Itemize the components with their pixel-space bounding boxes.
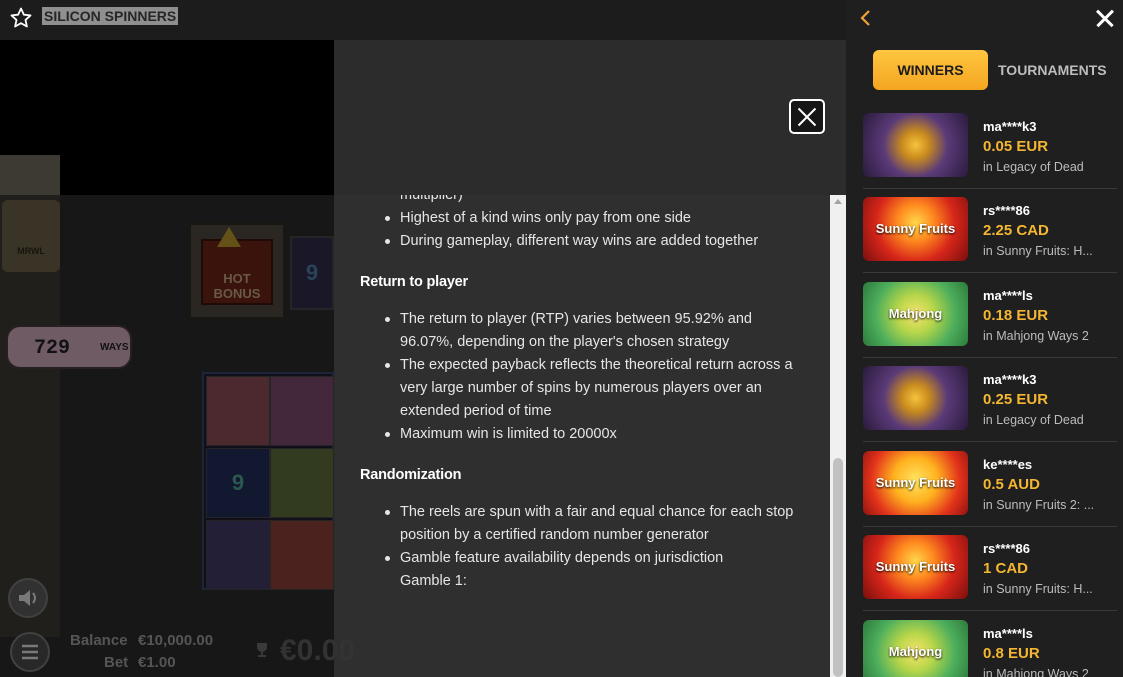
- game-thumbnail[interactable]: Sunny Fruits: [863, 535, 968, 599]
- winner-amount: 0.5 AUD: [983, 476, 1040, 493]
- winner-game-name: in Mahjong Ways 2: [983, 329, 1089, 343]
- game-thumbnail-logo: Sunny Fruits: [875, 221, 956, 236]
- game-thumbnail[interactable]: Mahjong: [863, 620, 968, 677]
- game-thumbnail-logo: Sunny Fruits: [875, 475, 956, 490]
- list-item: The return to player (RTP) varies betwee…: [385, 308, 800, 354]
- game-thumbnail-logo: [863, 366, 968, 430]
- winner-username: ke****es: [983, 457, 1033, 472]
- top-bar: SILICON SPINNERS: [0, 0, 846, 40]
- info-content: multiplier) Highest of a kind wins only p…: [360, 195, 800, 593]
- winner-item[interactable]: Mahjong ma****ls 0.8 EUR in Mahjong Ways 2: [863, 620, 1117, 677]
- game-thumbnail[interactable]: [863, 366, 968, 430]
- winner-item[interactable]: ma****k3 0.05 EUR in Legacy of Dead: [863, 113, 1117, 189]
- winner-item[interactable]: Sunny Fruits rs****86 2.25 CAD in Sunny Fru…: [863, 197, 1117, 273]
- game-thumbnail-logo: Mahjong: [888, 644, 943, 659]
- winner-amount: 0.25 EUR: [983, 391, 1049, 408]
- scrollbar-thumb[interactable]: [833, 458, 843, 677]
- bullet-list: The return to player (RTP) varies betwee…: [360, 308, 800, 446]
- winner-amount: 2.25 CAD: [983, 222, 1049, 239]
- winner-game-name: in Legacy of Dead: [983, 413, 1084, 427]
- winner-username: rs****86: [983, 203, 1030, 218]
- winner-username: rs****86: [983, 541, 1030, 556]
- winner-item[interactable]: Sunny Fruits rs****86 1 CAD in Sunny Fruits…: [863, 535, 1117, 611]
- list-item: Gamble feature availability depends on j…: [385, 547, 800, 570]
- game-thumbnail[interactable]: Mahjong: [863, 282, 968, 346]
- winner-item[interactable]: Mahjong ma****ls 0.18 EUR in Mahjong Ways 2: [863, 282, 1117, 358]
- winner-username: ma****k3: [983, 372, 1037, 387]
- tab-tournaments[interactable]: TOURNAMENTS: [998, 50, 1113, 90]
- chevron-left-icon[interactable]: [858, 8, 874, 28]
- close-icon[interactable]: [1096, 9, 1114, 27]
- list-item: Gamble 1:: [400, 573, 467, 589]
- winner-item[interactable]: Sunny Fruits ke****es 0.5 AUD in Sunny Frui…: [863, 451, 1117, 527]
- winner-username: ma****ls: [983, 288, 1033, 303]
- winner-amount: 1 CAD: [983, 560, 1029, 577]
- winner-username: ma****ls: [983, 626, 1033, 641]
- game-thumbnail-logo: Mahjong: [888, 306, 943, 321]
- game-dim-overlay: [0, 195, 335, 677]
- info-scrollbar[interactable]: [830, 195, 846, 677]
- list-item: The reels are spun with a fair and equal…: [385, 501, 800, 547]
- info-close-button[interactable]: [789, 99, 825, 134]
- tab-winners[interactable]: WINNERS: [873, 50, 988, 90]
- winner-game-name: in Mahjong Ways 2: [983, 667, 1089, 677]
- bullet-list: multiplier) Highest of a kind wins only p…: [360, 195, 800, 253]
- game-thumbnail-logo: Sunny Fruits: [875, 559, 956, 574]
- info-scroll-area[interactable]: multiplier) Highest of a kind wins only p…: [334, 195, 830, 677]
- game-thumbnail-logo: [863, 113, 968, 177]
- winner-username: ma****k3: [983, 119, 1037, 134]
- list-item: multiplier): [400, 195, 463, 203]
- list-item: During gameplay, different way wins are …: [385, 230, 800, 253]
- winner-amount: 0.05 EUR: [983, 138, 1049, 155]
- winner-game-name: in Sunny Fruits 2: ...: [983, 498, 1095, 512]
- game-title: SILICON SPINNERS: [42, 7, 179, 25]
- winner-game-name: in Sunny Fruits: H...: [983, 582, 1093, 596]
- star-icon[interactable]: [9, 6, 33, 30]
- winner-game-name: in Legacy of Dead: [983, 160, 1084, 174]
- list-item: The expected payback reflects the theore…: [385, 354, 800, 423]
- winner-amount: 0.18 EUR: [983, 307, 1049, 324]
- list-item: Highest of a kind wins only pay from one…: [385, 207, 800, 230]
- list-item: Maximum win is limited to 20000x: [385, 423, 800, 446]
- section-heading: Return to player: [360, 274, 468, 290]
- game-thumbnail[interactable]: Sunny Fruits: [863, 451, 968, 515]
- game-thumbnail[interactable]: Sunny Fruits: [863, 197, 968, 261]
- section-heading: Randomization: [360, 467, 462, 483]
- app-root: SILICON SPINNERS MRWL 729 WAYS HOT BONUS…: [0, 0, 1123, 677]
- winner-item[interactable]: ma****k3 0.25 EUR in Legacy of Dead: [863, 366, 1117, 442]
- scroll-up-arrow-icon[interactable]: [834, 199, 842, 204]
- bullet-list: The reels are spun with a fair and equal…: [360, 501, 800, 593]
- game-thumbnail[interactable]: [863, 113, 968, 177]
- winner-amount: 0.8 EUR: [983, 645, 1040, 662]
- winner-game-name: in Sunny Fruits: H...: [983, 244, 1093, 258]
